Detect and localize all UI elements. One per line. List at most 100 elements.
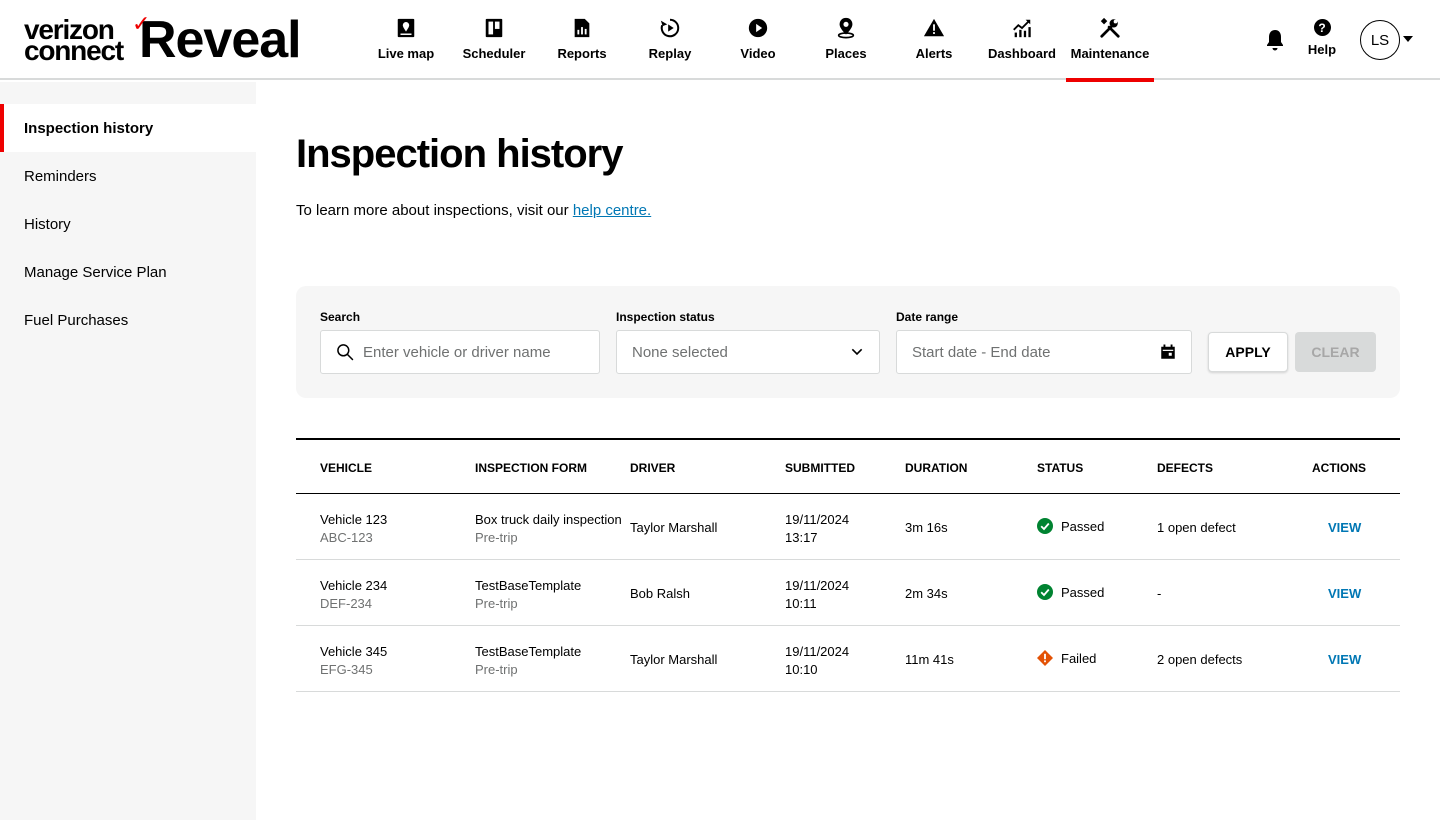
sidebar: Inspection history Reminders History Man… bbox=[0, 82, 256, 820]
verizon-check-icon: ✓ bbox=[132, 11, 151, 36]
vehicle-plate: ABC-123 bbox=[320, 530, 373, 545]
status-cell: Passed bbox=[1037, 584, 1104, 600]
form-name: Box truck daily inspection bbox=[475, 512, 622, 527]
submitted-date: 19/11/2024 bbox=[785, 644, 850, 659]
column-header-duration[interactable]: DURATION bbox=[905, 461, 967, 475]
help-icon: ? bbox=[1313, 19, 1331, 36]
submitted-date: 19/11/2024 bbox=[785, 512, 850, 527]
top-navigation-bar: verizon connect ✓ Reveal Live map Schedu… bbox=[0, 0, 1440, 82]
nav-label: Replay bbox=[648, 46, 692, 61]
sidebar-item-inspection-history[interactable]: Inspection history bbox=[0, 104, 256, 152]
nav-replay[interactable]: Replay bbox=[626, 0, 714, 80]
table-header: VEHICLE INSPECTION FORM DRIVER SUBMITTED… bbox=[296, 440, 1400, 494]
column-header-driver[interactable]: DRIVER bbox=[630, 461, 675, 475]
vehicle-name: Vehicle 123 bbox=[320, 512, 388, 527]
nav-alerts[interactable]: Alerts bbox=[890, 0, 978, 80]
inspection-form-cell: Box truck daily inspection Pre-trip bbox=[475, 511, 622, 547]
apply-button[interactable]: APPLY bbox=[1208, 332, 1288, 372]
view-link[interactable]: VIEW bbox=[1328, 652, 1361, 667]
places-icon bbox=[837, 17, 855, 39]
inspection-form-cell: TestBaseTemplate Pre-trip bbox=[475, 643, 581, 679]
verizon-connect-reveal-logo[interactable]: verizon connect ✓ Reveal bbox=[24, 11, 302, 69]
duration-cell: 2m 34s bbox=[905, 586, 948, 601]
nav-label: Video bbox=[740, 46, 776, 61]
column-header-status[interactable]: STATUS bbox=[1037, 461, 1083, 475]
driver-cell: Taylor Marshall bbox=[630, 520, 718, 535]
duration-cell: 11m 41s bbox=[905, 652, 954, 667]
date-range-field[interactable] bbox=[896, 330, 1192, 374]
nav-label: Alerts bbox=[915, 46, 953, 61]
help-button[interactable]: ? Help bbox=[1304, 19, 1340, 57]
nav-places[interactable]: Places bbox=[802, 0, 890, 80]
help-centre-link[interactable]: help centre. bbox=[573, 202, 651, 219]
alert-icon bbox=[923, 18, 945, 37]
column-header-inspection-form[interactable]: INSPECTION FORM bbox=[475, 461, 587, 475]
nav-video[interactable]: Video bbox=[714, 0, 802, 80]
submitted-time: 10:11 bbox=[785, 596, 817, 611]
check-circle-icon bbox=[1037, 518, 1053, 534]
nav-label: Reports bbox=[557, 46, 607, 61]
defects-cell: 1 open defect bbox=[1157, 520, 1236, 535]
nav-scheduler[interactable]: Scheduler bbox=[450, 0, 538, 80]
sidebar-item-reminders[interactable]: Reminders bbox=[0, 152, 256, 200]
chevron-down-icon bbox=[851, 348, 863, 356]
nav-label: Maintenance bbox=[1070, 46, 1150, 61]
clear-button[interactable]: CLEAR bbox=[1295, 332, 1376, 372]
vehicle-plate: EFG-345 bbox=[320, 662, 373, 677]
user-avatar[interactable]: LS bbox=[1360, 20, 1400, 60]
product-name: Reveal bbox=[138, 11, 302, 69]
form-type: Pre-trip bbox=[475, 662, 518, 677]
form-type: Pre-trip bbox=[475, 596, 518, 611]
nav-maintenance[interactable]: Maintenance bbox=[1066, 0, 1154, 82]
submitted-cell: 19/11/2024 10:11 bbox=[785, 577, 849, 613]
inspection-table: VEHICLE INSPECTION FORM DRIVER SUBMITTED… bbox=[296, 438, 1400, 692]
vehicle-plate: DEF-234 bbox=[320, 596, 373, 611]
status-cell: Passed bbox=[1037, 518, 1104, 534]
inspection-form-cell: TestBaseTemplate Pre-trip bbox=[475, 577, 581, 613]
defects-cell: 2 open defects bbox=[1157, 652, 1243, 667]
calendar-icon[interactable] bbox=[1159, 343, 1177, 361]
status-text: Failed bbox=[1061, 650, 1097, 666]
search-field[interactable] bbox=[320, 330, 600, 374]
notifications-bell-icon[interactable] bbox=[1263, 28, 1287, 52]
nav-live-map[interactable]: Live map bbox=[362, 0, 450, 80]
column-header-defects[interactable]: DEFECTS bbox=[1157, 461, 1213, 475]
main-nav: Live map Scheduler Reports Replay Video … bbox=[362, 0, 1154, 82]
vehicle-name: Vehicle 234 bbox=[320, 578, 388, 593]
column-header-vehicle[interactable]: VEHICLE bbox=[320, 461, 372, 475]
nav-reports[interactable]: Reports bbox=[538, 0, 626, 80]
search-icon bbox=[337, 344, 354, 361]
driver-cell: Taylor Marshall bbox=[630, 652, 718, 667]
sidebar-item-history[interactable]: History bbox=[0, 200, 256, 248]
inspection-status-select[interactable]: None selected bbox=[616, 330, 880, 374]
nav-label: Live map bbox=[377, 46, 435, 61]
vehicle-cell: Vehicle 234 DEF-234 bbox=[320, 577, 387, 613]
table-row: Vehicle 345 EFG-345 TestBaseTemplate Pre-t… bbox=[296, 626, 1400, 692]
vehicle-name: Vehicle 345 bbox=[320, 644, 388, 659]
nav-label: Places bbox=[825, 46, 867, 61]
dashboard-icon bbox=[1013, 19, 1031, 38]
check-circle-icon bbox=[1037, 584, 1053, 600]
brand-line-2: connect bbox=[24, 35, 124, 66]
search-input[interactable] bbox=[363, 343, 599, 361]
caret-down-icon[interactable] bbox=[1403, 36, 1413, 42]
driver-cell: Bob Ralsh bbox=[630, 586, 690, 601]
video-icon bbox=[748, 18, 768, 38]
wrench-icon bbox=[1100, 17, 1120, 38]
nav-dashboard[interactable]: Dashboard bbox=[978, 0, 1066, 80]
table-row: Vehicle 234 DEF-234 TestBaseTemplate Pre-t… bbox=[296, 560, 1400, 626]
column-header-submitted[interactable]: SUBMITTED bbox=[785, 461, 855, 475]
date-range-input[interactable] bbox=[912, 343, 1191, 361]
sidebar-item-manage-service-plan[interactable]: Manage Service Plan bbox=[0, 248, 256, 296]
table-row: Vehicle 123 ABC-123 Box truck daily inspe… bbox=[296, 494, 1400, 560]
help-label: Help bbox=[1307, 42, 1337, 57]
nav-label: Dashboard bbox=[988, 46, 1056, 61]
status-cell: Failed bbox=[1037, 650, 1096, 666]
inspection-status-label: Inspection status bbox=[616, 310, 715, 324]
view-link[interactable]: VIEW bbox=[1328, 520, 1361, 535]
vehicle-cell: Vehicle 123 ABC-123 bbox=[320, 511, 387, 547]
warning-diamond-icon bbox=[1037, 650, 1053, 666]
sidebar-item-fuel-purchases[interactable]: Fuel Purchases bbox=[0, 296, 256, 344]
view-link[interactable]: VIEW bbox=[1328, 586, 1361, 601]
form-name: TestBaseTemplate bbox=[475, 644, 582, 659]
